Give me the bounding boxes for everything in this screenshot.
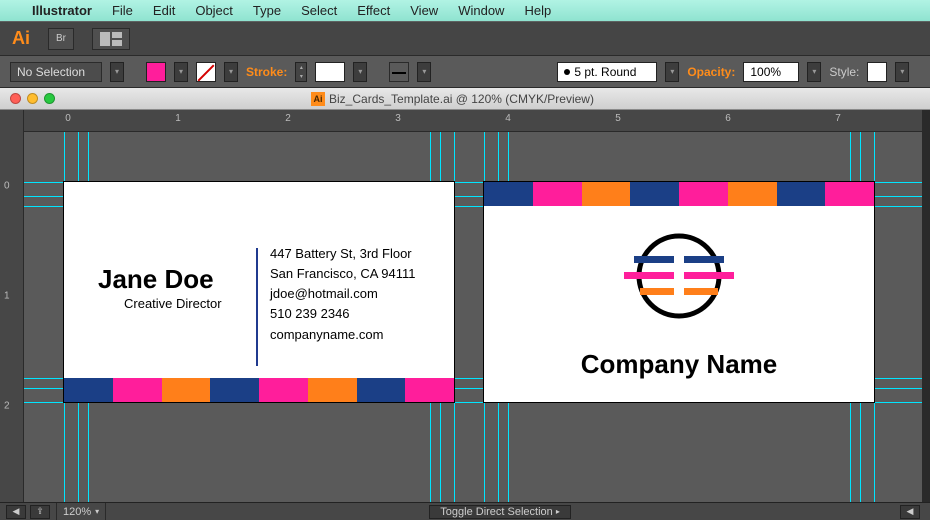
arrange-docs-button[interactable] bbox=[92, 28, 130, 50]
menu-file[interactable]: File bbox=[112, 3, 133, 18]
stroke-stepper[interactable]: ▴▾ bbox=[295, 62, 307, 82]
stroke-swatch-dropdown[interactable]: ▾ bbox=[224, 62, 238, 82]
menu-help[interactable]: Help bbox=[524, 3, 551, 18]
hruler-mark: 0 bbox=[65, 113, 71, 124]
canvas[interactable]: Jane Doe Creative Director 447 Battery S… bbox=[24, 132, 922, 502]
opacity-dropdown[interactable]: ▾ bbox=[807, 62, 821, 82]
style-label: Style: bbox=[829, 65, 859, 79]
vruler-mark: 1 bbox=[4, 291, 10, 302]
artboard-back[interactable]: Company Name bbox=[484, 182, 874, 402]
style-swatch[interactable] bbox=[867, 62, 887, 82]
hruler-mark: 3 bbox=[395, 113, 401, 124]
style-dropdown[interactable]: ▾ bbox=[895, 62, 909, 82]
card-addr1: 447 Battery St, 3rd Floor bbox=[270, 244, 416, 264]
brush-dot-icon bbox=[564, 69, 570, 75]
document-tab-bar: Ai Biz_Cards_Template.ai @ 120% (CMYK/Pr… bbox=[0, 88, 930, 110]
brush-dropdown[interactable]: ▾ bbox=[665, 62, 679, 82]
scroll-left-button[interactable]: ◀ bbox=[900, 505, 920, 519]
hruler-mark: 5 bbox=[615, 113, 621, 124]
fill-dropdown[interactable]: ▾ bbox=[174, 62, 188, 82]
menu-view[interactable]: View bbox=[410, 3, 438, 18]
zoom-value[interactable]: 120% bbox=[63, 506, 91, 518]
status-mode[interactable]: Toggle Direct Selection ▸ bbox=[429, 505, 571, 519]
guide-horizontal[interactable] bbox=[24, 402, 922, 403]
menu-window[interactable]: Window bbox=[458, 3, 504, 18]
card-phone: 510 239 2346 bbox=[270, 304, 416, 324]
zoom-window-button[interactable] bbox=[44, 93, 55, 104]
guide-vertical[interactable] bbox=[874, 132, 875, 502]
stroke-weight-dropdown[interactable]: ▾ bbox=[353, 62, 367, 82]
menu-effect[interactable]: Effect bbox=[357, 3, 390, 18]
document-title-text: Biz_Cards_Template.ai @ 120% (CMYK/Previ… bbox=[329, 92, 594, 106]
card-divider bbox=[256, 248, 258, 366]
stroke-label: Stroke: bbox=[246, 65, 287, 79]
control-bar: No Selection ▾ ▾ ▾ Stroke: ▴▾ ▾ ▾ 5 pt. … bbox=[0, 56, 930, 88]
selection-status: No Selection bbox=[10, 62, 102, 82]
opacity-label: Opacity: bbox=[687, 65, 735, 79]
right-scrollbar[interactable] bbox=[922, 110, 930, 502]
ai-logo-icon: Ai bbox=[12, 28, 30, 49]
window-controls bbox=[0, 93, 65, 104]
hruler-mark: 7 bbox=[835, 113, 841, 124]
artboard-export-button[interactable]: ⇪ bbox=[30, 505, 50, 519]
vertical-ruler[interactable]: 0 1 2 bbox=[0, 110, 24, 502]
workarea: 0 1 2 0 1 2 3 4 5 6 7 bbox=[0, 110, 922, 502]
card-site: companyname.com bbox=[270, 325, 416, 345]
status-center: Toggle Direct Selection ▸ bbox=[106, 505, 894, 519]
hruler-mark: 1 bbox=[175, 113, 181, 124]
selection-label: No Selection bbox=[17, 65, 85, 79]
close-window-button[interactable] bbox=[10, 93, 21, 104]
artboard-front[interactable]: Jane Doe Creative Director 447 Battery S… bbox=[64, 182, 454, 402]
menu-select[interactable]: Select bbox=[301, 3, 337, 18]
hruler-mark: 2 bbox=[285, 113, 291, 124]
mac-menubar: Illustrator File Edit Object Type Select… bbox=[0, 0, 930, 22]
horizontal-ruler[interactable]: 0 1 2 3 4 5 6 7 bbox=[24, 110, 922, 132]
artboard-prev-button[interactable]: ◀ bbox=[6, 505, 26, 519]
card-addr2: San Francisco, CA 94111 bbox=[270, 264, 416, 284]
selection-dropdown[interactable]: ▾ bbox=[110, 62, 124, 82]
stroke-profile-preview[interactable] bbox=[389, 62, 409, 82]
menu-type[interactable]: Type bbox=[253, 3, 281, 18]
vruler-mark: 2 bbox=[4, 401, 10, 412]
status-mode-label: Toggle Direct Selection bbox=[440, 506, 553, 518]
card-role: Creative Director bbox=[124, 296, 222, 311]
card-stripe-top bbox=[484, 182, 874, 206]
hruler-mark: 4 bbox=[505, 113, 511, 124]
ai-file-icon: Ai bbox=[311, 92, 325, 106]
menu-object[interactable]: Object bbox=[195, 3, 233, 18]
canvas-wrap: 0 1 2 3 4 5 6 7 bbox=[24, 110, 922, 502]
guide-vertical[interactable] bbox=[454, 132, 455, 502]
stroke-swatch[interactable] bbox=[196, 62, 216, 82]
fill-swatch[interactable] bbox=[146, 62, 166, 82]
company-name: Company Name bbox=[484, 349, 874, 380]
stroke-profile-dropdown[interactable]: ▾ bbox=[417, 62, 431, 82]
chevron-right-icon: ▸ bbox=[556, 507, 560, 516]
layout-grid-icon bbox=[100, 32, 122, 46]
card-stripe-bottom bbox=[64, 378, 454, 402]
status-bar: ◀ ⇪ 120% ▾ Toggle Direct Selection ▸ ◀ bbox=[0, 502, 930, 520]
bridge-button[interactable]: Br bbox=[48, 28, 74, 50]
brush-name: 5 pt. Round bbox=[574, 65, 636, 79]
company-logo-icon bbox=[604, 228, 754, 324]
menu-edit[interactable]: Edit bbox=[153, 3, 175, 18]
opacity-input[interactable]: 100% bbox=[743, 62, 799, 82]
vruler-mark: 0 bbox=[4, 181, 10, 192]
minimize-window-button[interactable] bbox=[27, 93, 38, 104]
app-header: Ai Br bbox=[0, 22, 930, 56]
hruler-mark: 6 bbox=[725, 113, 731, 124]
card-name: Jane Doe bbox=[98, 264, 214, 295]
stroke-weight-input[interactable] bbox=[315, 62, 345, 82]
bridge-label: Br bbox=[56, 33, 66, 44]
brush-select[interactable]: 5 pt. Round bbox=[557, 62, 657, 82]
menu-app[interactable]: Illustrator bbox=[32, 3, 92, 18]
card-contact-block: 447 Battery St, 3rd Floor San Francisco,… bbox=[270, 244, 416, 345]
card-email: jdoe@hotmail.com bbox=[270, 284, 416, 304]
document-title: Ai Biz_Cards_Template.ai @ 120% (CMYK/Pr… bbox=[65, 92, 840, 106]
chevron-down-icon[interactable]: ▾ bbox=[95, 507, 99, 516]
opacity-value: 100% bbox=[750, 65, 781, 79]
